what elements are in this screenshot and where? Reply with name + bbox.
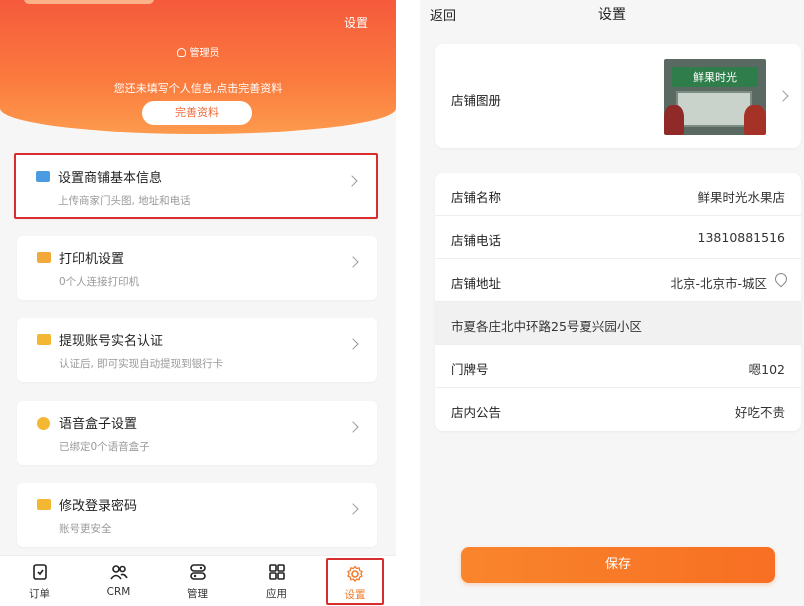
field-value: 13810881516 — [697, 230, 785, 245]
chevron-right-icon — [347, 338, 359, 350]
tab-crm[interactable]: CRM — [79, 556, 158, 606]
field-address-detail[interactable]: 市夏各庄北中环路25号夏兴园小区 — [435, 302, 801, 345]
storefront-sign-text: 鲜果时光 — [693, 71, 737, 84]
field-value: 嗯102 — [748, 362, 785, 377]
printer-icon — [37, 252, 51, 263]
shop-album-label: 店铺图册 — [451, 93, 502, 108]
menu-item-shop-info[interactable]: 设置商铺基本信息 上传商家门头图, 地址和电话 — [14, 153, 378, 219]
id-card-icon — [37, 334, 51, 345]
menu-item-subtitle: 账号更安全 — [59, 523, 112, 535]
header-settings-link[interactable]: 设置 — [344, 14, 368, 31]
chevron-right-icon — [347, 503, 359, 515]
bottom-tab-bar: 订单 CRM 管理 应用 设置 — [0, 555, 396, 606]
tab-orders[interactable]: 订单 — [0, 556, 79, 606]
field-shop-address[interactable]: 店铺地址 北京-北京市-城区 — [435, 259, 801, 302]
shop-settings-screen: 返回 设置 店铺图册 鲜果时光 店铺名称 鲜果时光水果店 店铺电话 138108… — [420, 0, 804, 606]
gear-icon — [347, 565, 363, 583]
chevron-right-icon — [347, 421, 359, 433]
profile-header: 设置 管理员 您还未填写个人信息,点击完善资料 完善资料 — [0, 0, 396, 134]
flower-basket-left — [664, 105, 684, 135]
chevron-right-icon — [347, 256, 359, 268]
menu-item-subtitle: 认证后, 即可实现自动提现到银行卡 — [59, 358, 224, 370]
menu-item-subtitle: 上传商家门头图, 地址和电话 — [58, 195, 191, 207]
menu-item-title: 打印机设置 — [59, 252, 125, 267]
menu-item-subtitle: 已绑定0个语音盒子 — [59, 441, 150, 453]
field-label: 店铺地址 — [451, 276, 502, 291]
role-row: 管理员 — [0, 44, 396, 59]
apps-icon — [268, 564, 285, 580]
crm-icon — [109, 565, 128, 580]
speaker-icon — [37, 417, 50, 430]
tab-label: 订单 — [29, 588, 50, 600]
tab-label: 设置 — [344, 589, 366, 601]
shop-card-icon — [36, 171, 50, 182]
storefront-door — [676, 91, 752, 127]
order-icon — [32, 564, 47, 580]
field-shop-name[interactable]: 店铺名称 鲜果时光水果店 — [435, 173, 801, 216]
storefront-sign: 鲜果时光 — [672, 67, 758, 87]
settings-home-screen: 设置 管理员 您还未填写个人信息,点击完善资料 完善资料 设置商铺基本信息 上传… — [0, 0, 396, 606]
role-label: 管理员 — [189, 48, 220, 59]
tab-label: 应用 — [266, 588, 287, 600]
menu-item-password[interactable]: 修改登录密码 账号更安全 — [17, 483, 377, 547]
menu-item-voice-box[interactable]: 语音盒子设置 已绑定0个语音盒子 — [17, 401, 377, 465]
shop-storefront-photo: 鲜果时光 — [664, 59, 766, 135]
flower-basket-right — [744, 105, 766, 135]
field-value: 鲜果时光水果店 — [697, 190, 785, 205]
lock-icon — [37, 499, 51, 510]
tab-label: 管理 — [187, 588, 208, 600]
field-label: 店铺电话 — [451, 233, 502, 248]
field-shop-phone[interactable]: 店铺电话 13810881516 — [435, 216, 801, 259]
address-detail-text: 市夏各庄北中环路25号夏兴园小区 — [451, 319, 642, 334]
menu-item-title: 语音盒子设置 — [59, 417, 138, 432]
menu-item-title: 修改登录密码 — [59, 499, 138, 514]
field-value: 好吃不贵 — [734, 405, 785, 420]
field-door-number[interactable]: 门牌号 嗯102 — [435, 345, 801, 388]
shop-info-card: 店铺名称 鲜果时光水果店 店铺电话 13810881516 店铺地址 北京-北京… — [435, 173, 801, 431]
field-value: 北京-北京市-城区 — [670, 276, 767, 291]
location-pin-icon[interactable] — [772, 270, 790, 288]
tab-settings[interactable]: 设置 — [326, 558, 384, 605]
menu-item-subtitle: 0个人连接打印机 — [59, 276, 140, 288]
chevron-right-icon — [346, 175, 358, 187]
manage-icon — [189, 564, 206, 580]
menu-item-printer[interactable]: 打印机设置 0个人连接打印机 — [17, 236, 377, 300]
chevron-right-icon — [777, 90, 789, 102]
page-title: 设置 — [598, 7, 626, 23]
save-button[interactable]: 保存 — [461, 547, 775, 583]
screenshot-stage: 设置 管理员 您还未填写个人信息,点击完善资料 完善资料 设置商铺基本信息 上传… — [0, 0, 804, 606]
field-label: 店内公告 — [451, 405, 502, 420]
field-label: 店铺名称 — [451, 190, 502, 205]
complete-profile-button[interactable]: 完善资料 — [142, 101, 252, 125]
shop-album-card[interactable]: 店铺图册 鲜果时光 — [435, 44, 801, 148]
tab-label: CRM — [106, 586, 131, 598]
nav-bar: 返回 设置 — [420, 0, 804, 30]
header-decoration — [24, 0, 154, 4]
menu-item-withdraw-auth[interactable]: 提现账号实名认证 认证后, 即可实现自动提现到银行卡 — [17, 318, 377, 382]
tab-apps[interactable]: 应用 — [237, 556, 316, 606]
field-announcement[interactable]: 店内公告 好吃不贵 — [435, 388, 801, 431]
user-icon — [176, 48, 186, 57]
menu-item-title: 设置商铺基本信息 — [58, 171, 163, 186]
field-label: 门牌号 — [451, 362, 489, 377]
profile-prompt: 您还未填写个人信息,点击完善资料 — [113, 82, 283, 95]
tab-manage[interactable]: 管理 — [158, 556, 237, 606]
menu-item-title: 提现账号实名认证 — [59, 334, 164, 349]
